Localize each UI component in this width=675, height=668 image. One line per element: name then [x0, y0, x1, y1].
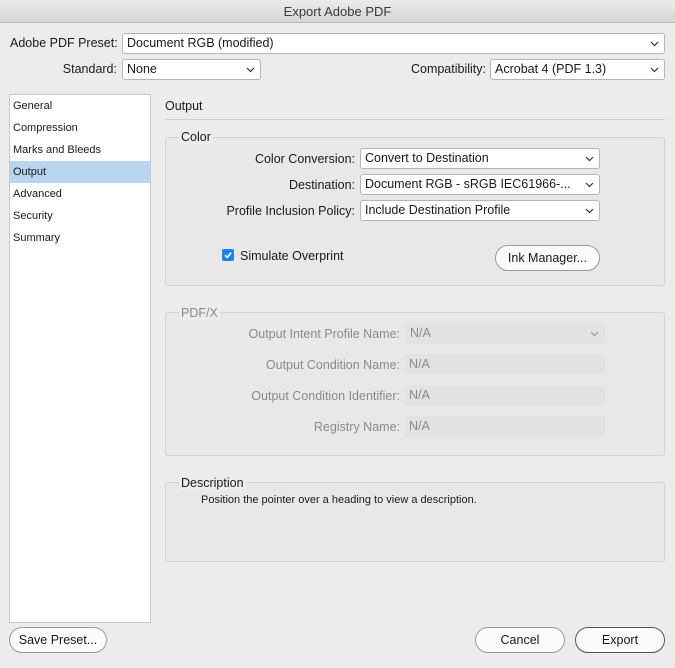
sidebar: General Compression Marks and Bleeds Out… [9, 94, 151, 623]
simulate-overprint-label[interactable]: Simulate Overprint [240, 249, 344, 263]
export-pdf-dialog: Export Adobe PDF Adobe PDF Preset: Docum… [0, 0, 675, 668]
compatibility-label: Compatibility: [410, 62, 486, 76]
profile-inclusion-value: Include Destination Profile [365, 203, 511, 217]
panel-title: Output [165, 99, 203, 113]
color-conversion-select[interactable]: Convert to Destination [360, 148, 600, 169]
output-intent-select: N/A [405, 323, 605, 344]
output-condition-name-label: Output Condition Name: [265, 358, 400, 372]
preset-label: Adobe PDF Preset: [10, 36, 118, 50]
sidebar-item-compression[interactable]: Compression [10, 117, 150, 139]
profile-inclusion-select[interactable]: Include Destination Profile [360, 200, 600, 221]
destination-label: Destination: [288, 178, 355, 192]
sidebar-item-security[interactable]: Security [10, 205, 150, 227]
preset-select[interactable]: Document RGB (modified) [122, 33, 665, 54]
destination-value: Document RGB - sRGB IEC61966-... [365, 177, 571, 191]
compatibility-select[interactable]: Acrobat 4 (PDF 1.3) [490, 59, 665, 80]
output-intent-value: N/A [410, 326, 431, 340]
chevron-down-icon [246, 67, 255, 73]
chevron-down-icon [585, 208, 594, 214]
registry-name-label: Registry Name: [313, 420, 400, 434]
ink-manager-button[interactable]: Ink Manager... [495, 245, 600, 271]
output-intent-label: Output Intent Profile Name: [248, 327, 400, 341]
chevron-down-icon [585, 182, 594, 188]
chevron-down-icon [650, 67, 659, 73]
output-condition-name-field: N/A [405, 354, 605, 375]
color-conversion-value: Convert to Destination [365, 151, 489, 165]
sidebar-item-marks-and-bleeds[interactable]: Marks and Bleeds [10, 139, 150, 161]
profile-inclusion-label: Profile Inclusion Policy: [226, 204, 355, 218]
description-title: Description [179, 476, 246, 490]
standard-value: None [127, 62, 157, 76]
simulate-overprint-checkbox[interactable] [222, 249, 234, 261]
standard-select[interactable]: None [122, 59, 261, 80]
preset-value: Document RGB (modified) [127, 36, 274, 50]
sidebar-item-summary[interactable]: Summary [10, 227, 150, 249]
registry-name-field: N/A [405, 416, 605, 437]
chevron-down-icon [590, 331, 599, 337]
color-conversion-label: Color Conversion: [254, 152, 355, 166]
output-condition-identifier-label: Output Condition Identifier: [251, 389, 400, 403]
compatibility-value: Acrobat 4 (PDF 1.3) [495, 62, 607, 76]
output-condition-identifier-field: N/A [405, 385, 605, 406]
panel-divider [165, 119, 665, 120]
description-text: Position the pointer over a heading to v… [201, 494, 477, 506]
sidebar-item-output[interactable]: Output [10, 161, 150, 183]
checkmark-icon [224, 252, 232, 259]
export-button[interactable]: Export [575, 627, 665, 653]
standard-label: Standard: [62, 62, 117, 76]
color-group-title: Color [179, 130, 213, 144]
sidebar-item-general[interactable]: General [10, 95, 150, 117]
window-title: Export Adobe PDF [0, 0, 675, 23]
chevron-down-icon [650, 41, 659, 47]
chevron-down-icon [585, 156, 594, 162]
pdfx-group-title: PDF/X [179, 306, 220, 320]
save-preset-button[interactable]: Save Preset... [9, 627, 107, 653]
sidebar-item-advanced[interactable]: Advanced [10, 183, 150, 205]
destination-select[interactable]: Document RGB - sRGB IEC61966-... [360, 174, 600, 195]
cancel-button[interactable]: Cancel [475, 627, 565, 653]
